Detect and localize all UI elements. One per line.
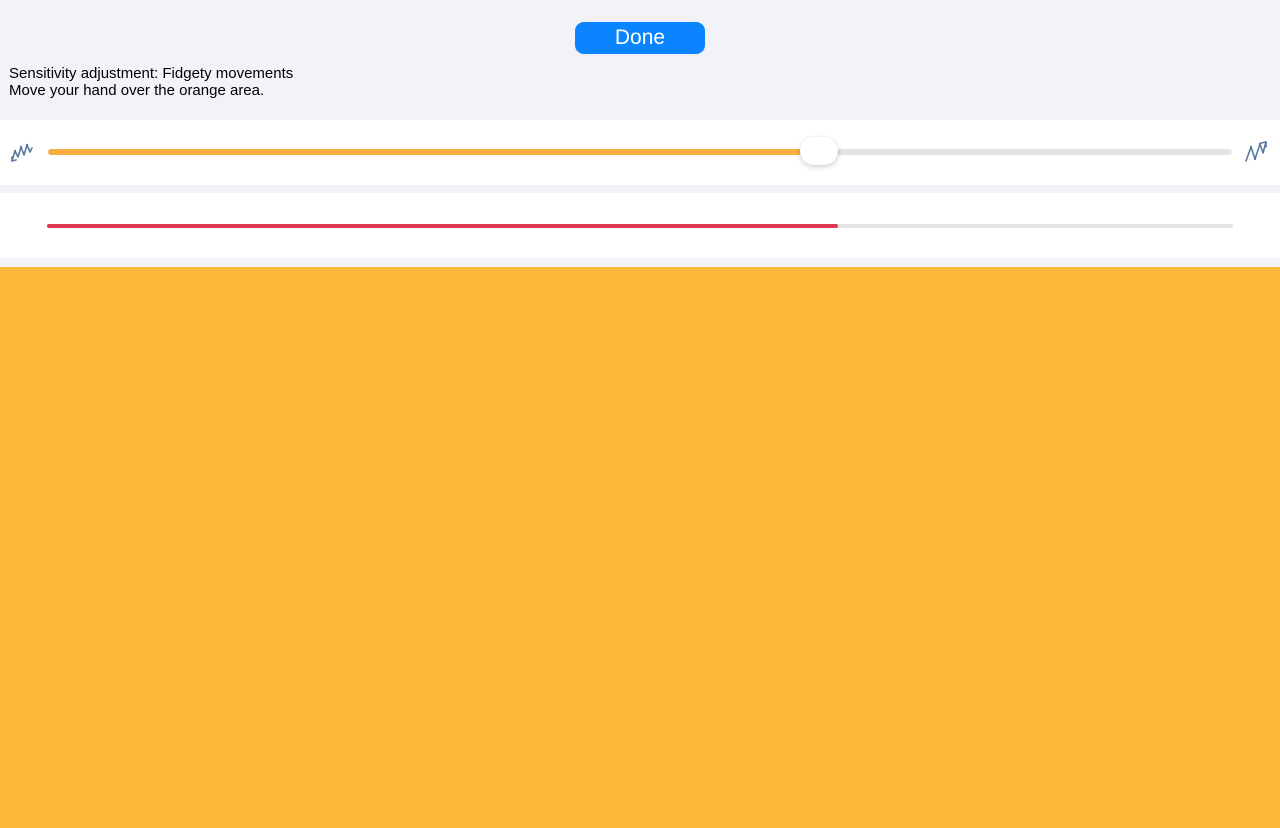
header: Done Sensitivity adjustment: Fidgety mov…: [0, 0, 1280, 120]
sensitivity-slider-fill: [48, 149, 819, 155]
done-button[interactable]: Done: [575, 22, 705, 54]
sensitivity-slider[interactable]: [48, 137, 1232, 165]
instructions: Sensitivity adjustment: Fidgety movement…: [9, 65, 293, 99]
motion-meter: [47, 224, 1233, 228]
orange-target-area: [0, 267, 1280, 828]
motion-meter-fill: [47, 224, 839, 228]
sensitivity-slider-row: [0, 120, 1280, 185]
sensitivity-slider-thumb[interactable]: [799, 137, 838, 165]
fidgety-low-icon: [11, 143, 33, 162]
sensitivity-title: Sensitivity adjustment: Fidgety movement…: [9, 65, 294, 82]
instruction-text: Move your hand over the orange area.: [9, 82, 265, 99]
fidgety-high-icon: [1245, 141, 1267, 162]
motion-meter-row: [0, 193, 1280, 258]
section-separator: [0, 258, 1280, 267]
section-separator: [0, 185, 1280, 193]
